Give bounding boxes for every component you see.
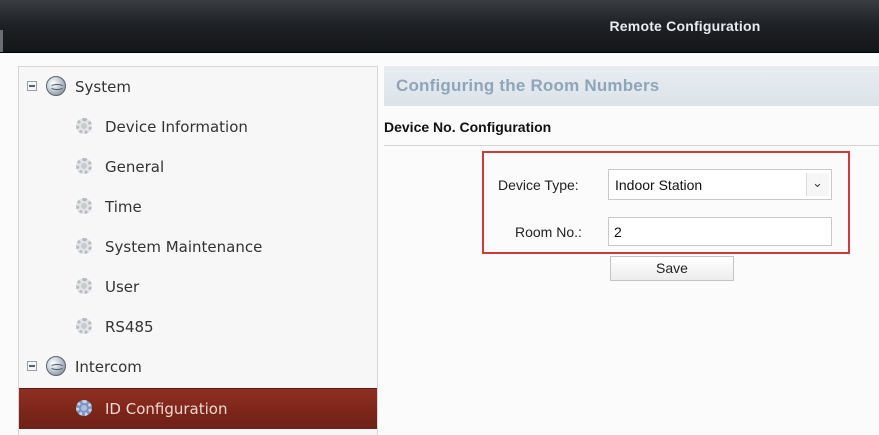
device-type-select[interactable]: Indoor Station ⌄ xyxy=(608,169,832,200)
window-titlebar: Remote Configuration xyxy=(0,0,879,53)
collapse-icon[interactable] xyxy=(27,361,37,371)
sidebar-item-label: Time xyxy=(105,198,142,216)
section-title: Configuring the Room Numbers xyxy=(396,76,660,95)
sidebar-item-label: User xyxy=(105,278,140,296)
gear-icon xyxy=(76,198,92,214)
gear-icon xyxy=(76,238,92,254)
tree-group-label: Intercom xyxy=(75,358,142,376)
sidebar-item-label: General xyxy=(105,158,165,176)
sidebar-item-device-information[interactable]: Device Information xyxy=(19,107,377,147)
content-area: System Device Information General Time S… xyxy=(0,53,879,435)
main-panel: Configuring the Room Numbers Device No. … xyxy=(384,66,879,434)
window-title: Remote Configuration xyxy=(609,18,761,34)
sidebar-item-label: System Maintenance xyxy=(105,238,263,256)
sidebar-item-id-configuration[interactable]: ID Configuration xyxy=(19,388,377,429)
sidebar-item-general[interactable]: General xyxy=(19,147,377,187)
sidebar-tree: System Device Information General Time S… xyxy=(18,66,378,435)
globe-icon xyxy=(46,76,66,96)
device-type-label: Device Type: xyxy=(498,177,579,193)
save-button[interactable]: Save xyxy=(610,256,734,281)
gear-icon xyxy=(76,278,92,294)
window-edge xyxy=(0,30,3,52)
sidebar-item-rs485[interactable]: RS485 xyxy=(19,307,377,347)
dropdown-button[interactable]: ⌄ xyxy=(806,173,829,196)
chevron-down-icon: ⌄ xyxy=(812,175,823,190)
gear-icon xyxy=(76,318,92,334)
tree-group-intercom[interactable]: Intercom xyxy=(19,347,377,387)
sidebar-item-system-maintenance[interactable]: System Maintenance xyxy=(19,227,377,267)
room-no-label: Room No.: xyxy=(515,224,582,240)
collapse-icon[interactable] xyxy=(27,81,37,91)
device-type-value: Indoor Station xyxy=(615,177,703,193)
room-no-input[interactable]: 2 xyxy=(608,217,832,246)
section-header: Configuring the Room Numbers xyxy=(384,66,879,106)
sidebar-item-label: Device Information xyxy=(105,118,248,136)
gear-icon xyxy=(76,400,92,416)
subsection-title: Device No. Configuration xyxy=(384,119,552,135)
globe-icon xyxy=(46,356,66,376)
sidebar-item-label: RS485 xyxy=(105,318,154,336)
sidebar-item-user[interactable]: User xyxy=(19,267,377,307)
divider xyxy=(384,145,879,146)
sidebar-item-time[interactable]: Time xyxy=(19,187,377,227)
tree-group-label: System xyxy=(75,78,131,96)
room-no-value: 2 xyxy=(614,224,622,240)
sidebar-item-label: ID Configuration xyxy=(105,400,228,418)
tree-group-system[interactable]: System xyxy=(19,67,377,107)
gear-icon xyxy=(76,158,92,174)
gear-icon xyxy=(76,118,92,134)
